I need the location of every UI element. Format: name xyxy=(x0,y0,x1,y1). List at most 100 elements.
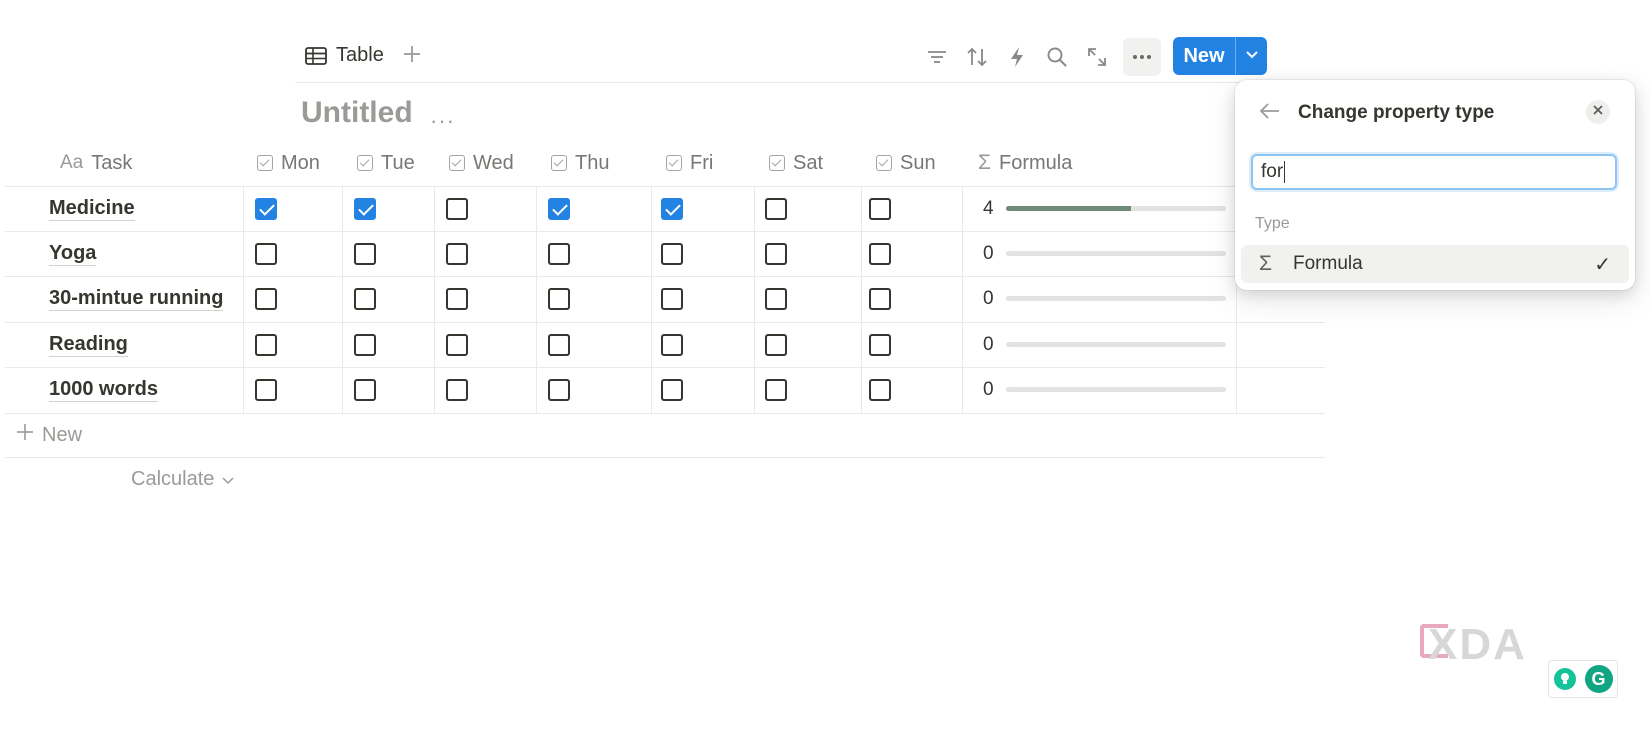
change-property-type-popup: Change property type for Type Σ Formula … xyxy=(1235,80,1635,290)
checkbox-mon[interactable] xyxy=(255,198,277,220)
column-divider xyxy=(243,186,244,414)
column-header-label: Mon xyxy=(281,151,320,174)
checkbox-tue[interactable] xyxy=(354,198,376,220)
chevron-down-icon xyxy=(222,468,234,491)
checkbox-mon[interactable] xyxy=(255,334,277,356)
new-dropdown-button[interactable] xyxy=(1236,37,1267,75)
add-row-button[interactable]: New xyxy=(16,423,82,447)
column-header-task[interactable]: Aa Task xyxy=(60,140,132,186)
more-options-button[interactable] xyxy=(1123,38,1161,76)
checkbox-type-icon xyxy=(876,155,892,171)
checkbox-sun[interactable] xyxy=(869,198,891,220)
checkbox-type-icon xyxy=(551,155,567,171)
checkbox-type-icon xyxy=(449,155,465,171)
checkbox-sat[interactable] xyxy=(765,243,787,265)
checkbox-wed[interactable] xyxy=(446,334,468,356)
task-title-cell[interactable]: Reading xyxy=(49,332,128,357)
database-title[interactable]: Untitled xyxy=(301,96,413,130)
checkbox-sun[interactable] xyxy=(869,288,891,310)
type-option-formula[interactable]: Σ Formula ✓ xyxy=(1241,245,1629,283)
checkbox-sat[interactable] xyxy=(765,288,787,310)
automation-button[interactable] xyxy=(1002,42,1032,72)
lightbulb-icon xyxy=(1553,668,1576,690)
checkbox-fri[interactable] xyxy=(661,243,683,265)
add-view-button[interactable] xyxy=(402,40,422,71)
checkbox-mon[interactable] xyxy=(255,379,277,401)
checkbox-wed[interactable] xyxy=(446,243,468,265)
checkbox-thu[interactable] xyxy=(548,198,570,220)
column-header-formula[interactable]: Σ Formula xyxy=(978,140,1072,186)
checkbox-tue[interactable] xyxy=(354,379,376,401)
back-button[interactable] xyxy=(1259,102,1281,125)
checkbox-tue[interactable] xyxy=(354,288,376,310)
formula-type-icon: Σ xyxy=(978,151,991,174)
type-section-label: Type xyxy=(1255,215,1290,232)
checkbox-wed[interactable] xyxy=(446,288,468,310)
checkbox-wed[interactable] xyxy=(446,198,468,220)
grammarly-widget[interactable]: G xyxy=(1548,660,1618,698)
search-icon xyxy=(1046,46,1068,68)
chevron-down-icon xyxy=(1245,47,1259,65)
checkbox-thu[interactable] xyxy=(548,379,570,401)
calculate-button[interactable]: Calculate xyxy=(131,468,234,491)
close-button[interactable] xyxy=(1586,100,1610,124)
search-button[interactable] xyxy=(1042,42,1072,72)
progress-fill xyxy=(1006,206,1132,211)
grammarly-icon: G xyxy=(1584,665,1613,693)
column-header-fri[interactable]: Fri xyxy=(666,140,713,186)
column-header-tue[interactable]: Tue xyxy=(357,140,415,186)
column-header-sun[interactable]: Sun xyxy=(876,140,936,186)
checkbox-sat[interactable] xyxy=(765,379,787,401)
column-header-thu[interactable]: Thu xyxy=(551,140,609,186)
checkbox-fri[interactable] xyxy=(661,379,683,401)
column-header-wed[interactable]: Wed xyxy=(449,140,514,186)
checkbox-fri[interactable] xyxy=(661,288,683,310)
checkbox-sat[interactable] xyxy=(765,198,787,220)
text-type-icon: Aa xyxy=(60,152,84,173)
checkbox-tue[interactable] xyxy=(354,243,376,265)
view-tab-label: Table xyxy=(336,44,384,66)
column-header-mon[interactable]: Mon xyxy=(257,140,320,186)
new-button[interactable]: New xyxy=(1173,37,1235,75)
checkbox-sat[interactable] xyxy=(765,334,787,356)
property-type-search-input[interactable]: for xyxy=(1251,154,1617,190)
checkbox-mon[interactable] xyxy=(255,243,277,265)
row-divider xyxy=(5,276,1325,277)
checkbox-sun[interactable] xyxy=(869,243,891,265)
checkbox-wed[interactable] xyxy=(446,379,468,401)
checkbox-sun[interactable] xyxy=(869,334,891,356)
column-header-label: Sun xyxy=(900,151,936,174)
more-icon xyxy=(1132,54,1152,60)
option-label: Formula xyxy=(1293,253,1363,274)
task-title-cell[interactable]: 1000 words xyxy=(49,377,158,402)
expand-button[interactable] xyxy=(1082,42,1112,72)
checkbox-fri[interactable] xyxy=(661,334,683,356)
checkbox-thu[interactable] xyxy=(548,288,570,310)
checkbox-thu[interactable] xyxy=(548,334,570,356)
column-divider xyxy=(962,186,963,414)
column-header-label: Wed xyxy=(473,151,514,174)
view-tab-table[interactable]: Table xyxy=(305,44,384,67)
task-title-cell[interactable]: Yoga xyxy=(49,241,97,266)
checkbox-type-icon xyxy=(769,155,785,171)
filter-icon xyxy=(926,48,948,66)
checkbox-tue[interactable] xyxy=(354,334,376,356)
column-header-sat[interactable]: Sat xyxy=(769,140,823,186)
title-more-button[interactable]: ··· xyxy=(430,108,455,134)
checkbox-type-icon xyxy=(357,155,373,171)
task-title-cell[interactable]: 30-mintue running xyxy=(49,286,224,311)
task-title-cell[interactable]: Medicine xyxy=(49,196,135,221)
checkbox-type-icon xyxy=(666,155,682,171)
table-icon xyxy=(305,46,327,65)
column-divider xyxy=(434,186,435,414)
checkbox-thu[interactable] xyxy=(548,243,570,265)
filter-button[interactable] xyxy=(922,42,952,72)
checkbox-mon[interactable] xyxy=(255,288,277,310)
row-divider xyxy=(5,413,1325,414)
column-divider xyxy=(754,186,755,414)
calculate-label: Calculate xyxy=(131,468,215,490)
sort-button[interactable] xyxy=(962,42,992,72)
column-header-label: Thu xyxy=(575,151,610,174)
checkbox-fri[interactable] xyxy=(661,198,683,220)
checkbox-sun[interactable] xyxy=(869,379,891,401)
